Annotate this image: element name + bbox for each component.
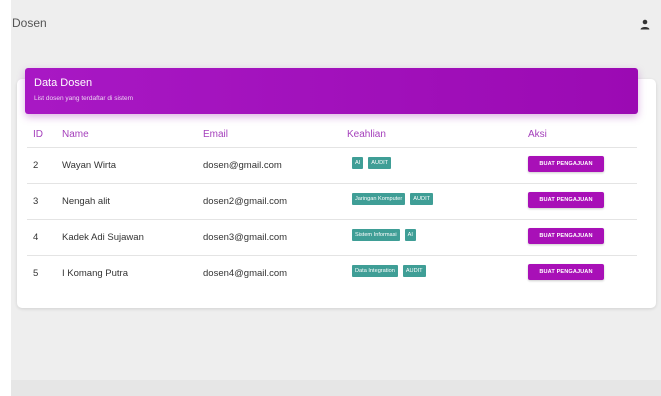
row-divider xyxy=(27,219,637,220)
table-row: 5 I Komang Putra dosen4@gmail.com Data I… xyxy=(27,255,637,291)
row-name: Nengah alit xyxy=(62,196,111,207)
row-divider xyxy=(27,183,637,184)
row-id: 3 xyxy=(33,196,39,207)
row-id: 2 xyxy=(33,160,39,171)
table-row: 4 Kadek Adi Sujawan dosen3@gmail.com Sis… xyxy=(27,219,637,255)
card-title: Data Dosen xyxy=(34,77,93,89)
row-email: dosen@gmail.com xyxy=(203,160,282,171)
create-submission-button[interactable]: BUAT PENGAJUAN xyxy=(528,228,604,244)
app-area: Dosen Data Dosen List dosen yang terdaft… xyxy=(11,0,661,396)
skill-list: Data Integration AUDIT xyxy=(352,265,431,277)
skill-list: AI AUDIT xyxy=(352,157,396,169)
create-submission-button[interactable]: BUAT PENGAJUAN xyxy=(528,156,604,172)
row-divider xyxy=(27,147,637,148)
skill-badge: Jaringan Komputer xyxy=(352,193,406,205)
skill-badge: AUDIT xyxy=(410,193,434,205)
card-subtitle: List dosen yang terdaftar di sistem xyxy=(34,95,133,102)
skill-badge: AI xyxy=(404,229,416,241)
skill-badge: AUDIT xyxy=(402,265,426,277)
bottom-bar xyxy=(11,380,661,396)
column-header-action: Aksi xyxy=(528,129,547,140)
row-email: dosen3@gmail.com xyxy=(203,232,288,243)
row-email: dosen2@gmail.com xyxy=(203,196,288,207)
skill-list: Sistem Informasi AI xyxy=(352,229,421,241)
row-id: 5 xyxy=(33,268,39,279)
top-bar: Dosen xyxy=(11,0,661,46)
row-id: 4 xyxy=(33,232,39,243)
row-name: Kadek Adi Sujawan xyxy=(62,232,144,243)
skill-list: Jaringan Komputer AUDIT xyxy=(352,193,438,205)
row-name: I Komang Putra xyxy=(62,268,129,279)
table-row: 3 Nengah alit dosen2@gmail.com Jaringan … xyxy=(27,183,637,219)
column-header-id: ID xyxy=(33,129,43,140)
create-submission-button[interactable]: BUAT PENGAJUAN xyxy=(528,264,604,280)
skill-badge: Sistem Informasi xyxy=(352,229,400,241)
column-header-skill: Keahlian xyxy=(347,129,386,140)
skill-badge: Data Integration xyxy=(352,265,398,277)
card-header: Data Dosen List dosen yang terdaftar di … xyxy=(25,68,638,114)
row-divider xyxy=(27,255,637,256)
column-header-name: Name xyxy=(62,129,89,140)
user-icon[interactable] xyxy=(640,17,650,30)
create-submission-button[interactable]: BUAT PENGAJUAN xyxy=(528,192,604,208)
app-title: Dosen xyxy=(12,16,47,30)
column-header-email: Email xyxy=(203,129,229,140)
row-email: dosen4@gmail.com xyxy=(203,268,288,279)
table-row: 2 Wayan Wirta dosen@gmail.com AI AUDIT B… xyxy=(27,147,637,183)
skill-badge: AI xyxy=(352,157,364,169)
skill-badge: AUDIT xyxy=(368,157,392,169)
row-name: Wayan Wirta xyxy=(62,160,117,171)
